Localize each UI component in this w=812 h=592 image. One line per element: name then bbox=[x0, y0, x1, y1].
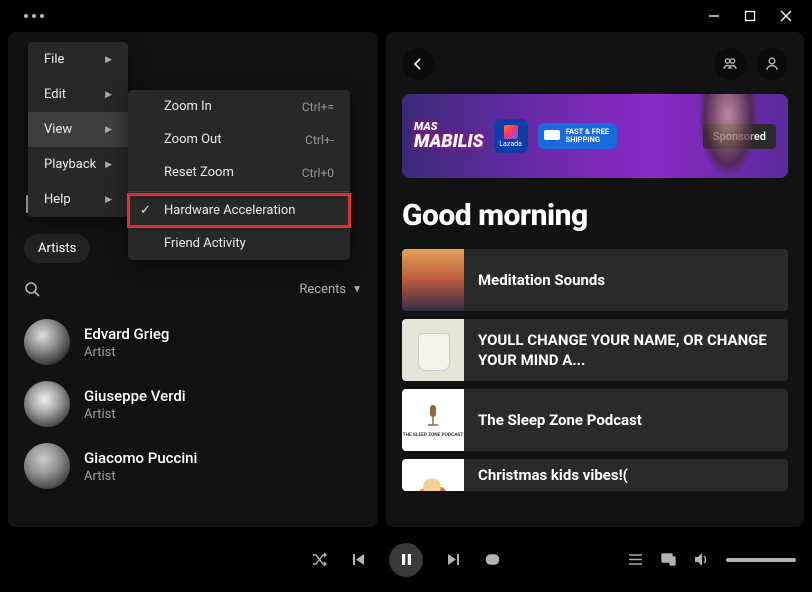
card-artwork bbox=[402, 249, 464, 311]
view-submenu: Zoom InCtrl+= Zoom OutCtrl+- Reset ZoomC… bbox=[128, 90, 350, 260]
menu-separator bbox=[128, 191, 350, 192]
shipping-badge: FAST & FREESHIPPING bbox=[538, 123, 618, 150]
card-title: Meditation Sounds bbox=[464, 270, 619, 290]
user-icon bbox=[764, 56, 780, 72]
card-artwork: THE SLEEP ZONE PODCAST bbox=[402, 389, 464, 451]
banner-headline: MASMABILIS bbox=[414, 122, 484, 150]
microphone-icon bbox=[423, 403, 443, 431]
card-artwork bbox=[402, 459, 464, 491]
back-button[interactable] bbox=[402, 48, 434, 80]
menu-playback[interactable]: Playback▶ bbox=[28, 147, 128, 182]
search-icon[interactable] bbox=[24, 281, 40, 297]
card-title: Christmas kids vibes!( bbox=[464, 465, 642, 485]
next-icon[interactable] bbox=[445, 551, 462, 568]
lazada-badge: Lazada bbox=[494, 119, 528, 153]
menu-edit[interactable]: Edit▶ bbox=[28, 77, 128, 112]
main-content: MASMABILIS Lazada FAST & FREESHIPPING Sp… bbox=[386, 32, 804, 527]
artist-subtitle: Artist bbox=[84, 345, 169, 360]
volume-slider[interactable] bbox=[726, 558, 796, 562]
chevron-right-icon: ▶ bbox=[105, 195, 112, 205]
artist-avatar bbox=[24, 319, 70, 365]
submenu-hardware-acceleration[interactable]: ✓Hardware Acceleration bbox=[128, 194, 350, 227]
artist-avatar bbox=[24, 381, 70, 427]
shortcut-card[interactable]: THE SLEEP ZONE PODCAST The Sleep Zone Po… bbox=[402, 389, 788, 451]
maximize-icon[interactable] bbox=[744, 10, 756, 22]
artist-row[interactable]: Edvard Grieg Artist bbox=[24, 311, 362, 373]
player-bar bbox=[0, 527, 812, 592]
pause-icon bbox=[399, 552, 414, 567]
queue-icon[interactable] bbox=[627, 551, 644, 568]
close-icon[interactable] bbox=[780, 10, 792, 22]
artist-subtitle: Artist bbox=[84, 469, 197, 484]
greeting-heading: Good morning bbox=[402, 198, 788, 233]
shortcut-text: Ctrl+= bbox=[302, 100, 334, 114]
friends-button[interactable] bbox=[714, 48, 746, 80]
submenu-zoom-out[interactable]: Zoom OutCtrl+- bbox=[128, 123, 350, 156]
chevron-down-icon: ▼ bbox=[352, 284, 362, 295]
artist-row[interactable]: Giuseppe Verdi Artist bbox=[24, 373, 362, 435]
card-title: YOULL CHANGE YOUR NAME, OR CHANGE YOUR M… bbox=[464, 330, 788, 371]
artist-name: Giuseppe Verdi bbox=[84, 387, 186, 405]
chevron-right-icon: ▶ bbox=[105, 160, 112, 170]
banner-person-image bbox=[698, 94, 758, 178]
chevron-right-icon: ▶ bbox=[105, 90, 112, 100]
submenu-zoom-in[interactable]: Zoom InCtrl+= bbox=[128, 90, 350, 123]
menu-help[interactable]: Help▶ bbox=[28, 182, 128, 217]
menu-file[interactable]: File▶ bbox=[28, 42, 128, 77]
artist-subtitle: Artist bbox=[84, 407, 186, 422]
submenu-reset-zoom[interactable]: Reset ZoomCtrl+0 bbox=[128, 156, 350, 189]
titlebar bbox=[0, 0, 812, 32]
shuffle-icon[interactable] bbox=[311, 551, 328, 568]
shortcut-card[interactable]: Meditation Sounds bbox=[402, 249, 788, 311]
artist-avatar bbox=[24, 443, 70, 489]
card-artwork bbox=[402, 319, 464, 381]
sponsored-banner[interactable]: MASMABILIS Lazada FAST & FREESHIPPING Sp… bbox=[402, 94, 788, 178]
check-icon: ✓ bbox=[140, 203, 151, 218]
filter-chip-artists[interactable]: Artists bbox=[24, 234, 90, 263]
artist-name: Giacomo Puccini bbox=[84, 449, 197, 467]
main-menubar: File▶ Edit▶ View▶ Playback▶ Help▶ bbox=[28, 42, 128, 217]
shortcut-card[interactable]: YOULL CHANGE YOUR NAME, OR CHANGE YOUR M… bbox=[402, 319, 788, 381]
submenu-friend-activity[interactable]: Friend Activity bbox=[128, 227, 350, 260]
friends-icon bbox=[722, 56, 738, 72]
shortcut-card[interactable]: Christmas kids vibes!( bbox=[402, 459, 788, 491]
shortcut-text: Ctrl+0 bbox=[302, 166, 334, 180]
chevron-left-icon bbox=[411, 57, 425, 71]
volume-icon[interactable] bbox=[693, 551, 710, 568]
sort-recents[interactable]: Recents▼ bbox=[299, 282, 362, 297]
artist-name: Edvard Grieg bbox=[84, 325, 169, 343]
repeat-icon[interactable] bbox=[484, 551, 501, 568]
window-controls bbox=[708, 10, 804, 22]
play-pause-button[interactable] bbox=[389, 543, 423, 577]
profile-button[interactable] bbox=[756, 48, 788, 80]
card-title: The Sleep Zone Podcast bbox=[464, 410, 656, 430]
chevron-right-icon: ▶ bbox=[105, 125, 112, 135]
chevron-right-icon: ▶ bbox=[105, 55, 112, 65]
devices-icon[interactable] bbox=[660, 551, 677, 568]
previous-icon[interactable] bbox=[350, 551, 367, 568]
minimize-icon[interactable] bbox=[708, 10, 720, 22]
app-menu-dots[interactable] bbox=[8, 14, 44, 18]
shortcut-text: Ctrl+- bbox=[305, 133, 334, 147]
artist-row[interactable]: Giacomo Puccini Artist bbox=[24, 435, 362, 497]
menu-view[interactable]: View▶ bbox=[28, 112, 128, 147]
